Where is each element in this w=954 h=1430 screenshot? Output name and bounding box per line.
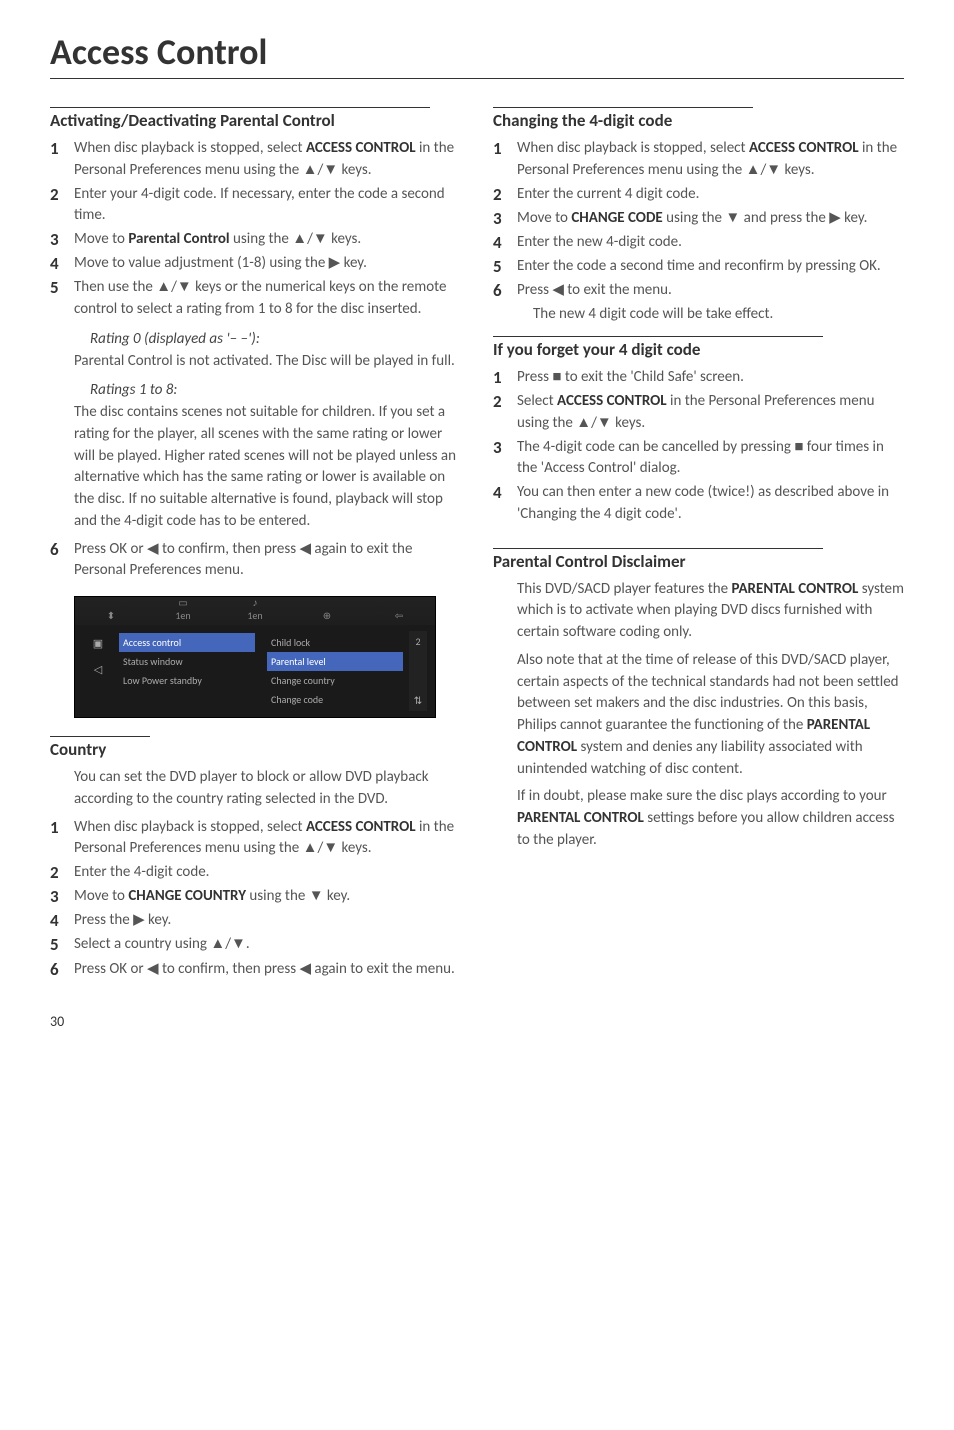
step-text: Enter the 4-digit code. <box>74 862 461 884</box>
menu-item-low-power: Low Power standby <box>119 671 255 690</box>
step-text: Enter the current 4 digit code. <box>517 184 904 206</box>
page-title: Access Control <box>50 30 904 74</box>
step-text: Move to Parental Control using the ▲/▼ k… <box>74 229 461 251</box>
disclaimer-p2: Also note that at the time of release of… <box>517 650 904 781</box>
step-text: When disc playback is stopped, select AC… <box>74 138 461 182</box>
menu-screenshot: ⬍ ▭1en ♪1en ⊕ ⇦ ▣◁ Access control Status… <box>74 596 436 718</box>
step-text: When disc playback is stopped, select AC… <box>517 138 904 182</box>
step-text: Select ACCESS CONTROL in the Personal Pr… <box>517 391 904 435</box>
section-rule <box>493 548 823 549</box>
section-heading-parental: Activating/Deactivating Parental Control <box>50 110 461 132</box>
step-text: You can then enter a new code (twice!) a… <box>517 482 904 526</box>
step-text: Move to CHANGE COUNTRY using the ▼ key. <box>74 886 461 908</box>
step-text: Enter the new 4-digit code. <box>517 232 904 254</box>
menu-item-change-code: Change code <box>267 690 403 709</box>
step-text: Move to CHANGE CODE using the ▼ and pres… <box>517 208 904 230</box>
disclaimer-p3: If in doubt, please make sure the disc p… <box>517 786 904 851</box>
section-rule <box>50 736 150 737</box>
step-text: Then use the ▲/▼ keys or the numerical k… <box>74 277 461 321</box>
section-heading-change-code: Changing the 4-digit code <box>493 110 904 132</box>
step-text: The 4-digit code can be cancelled by pre… <box>517 437 904 481</box>
step-text: Press the ▶ key. <box>74 910 461 932</box>
section-rule <box>493 107 753 108</box>
disclaimer-p1: This DVD/SACD player features the PARENT… <box>517 579 904 644</box>
step-text: Press OK or ◀ to confirm, then press ◀ a… <box>74 539 461 583</box>
section-rule <box>493 336 823 337</box>
rating-1-8-body: The disc contains scenes not suitable fo… <box>74 402 461 533</box>
page-number: 30 <box>50 1013 904 1030</box>
menu-item-access-control: Access control <box>119 633 255 652</box>
rating-0-body: Parental Control is not activated. The D… <box>74 351 461 373</box>
step-result: The new 4 digit code will be take effect… <box>533 304 904 326</box>
section-rule <box>50 107 430 108</box>
country-intro: You can set the DVD player to block or a… <box>74 767 461 811</box>
section-heading-forget-code: If you forget your 4 digit code <box>493 339 904 361</box>
menu-item-parental-level: Parental level <box>267 652 403 671</box>
step-text: Move to value adjustment (1-8) using the… <box>74 253 461 275</box>
step-text: Enter your 4-digit code. If necessary, e… <box>74 184 461 228</box>
menu-item-status-window: Status window <box>119 652 255 671</box>
menu-item-child-lock: Child lock <box>267 633 403 652</box>
step-text: Press ◀ to exit the menu. <box>517 280 904 302</box>
section-heading-disclaimer: Parental Control Disclaimer <box>493 551 904 573</box>
section-heading-country: Country <box>50 739 461 761</box>
menu-item-change-country: Change country <box>267 671 403 690</box>
step-text: Select a country using ▲/▼. <box>74 934 461 956</box>
step-text: Enter the code a second time and reconfi… <box>517 256 904 278</box>
step-text: Press ■ to exit the 'Child Safe' screen. <box>517 367 904 389</box>
step-text: Press OK or ◀ to confirm, then press ◀ a… <box>74 959 461 981</box>
rating-0-title: Rating 0 (displayed as '– –'): <box>90 329 461 351</box>
rating-1-8-title: Ratings 1 to 8: <box>90 380 461 402</box>
step-text: When disc playback is stopped, select AC… <box>74 817 461 861</box>
